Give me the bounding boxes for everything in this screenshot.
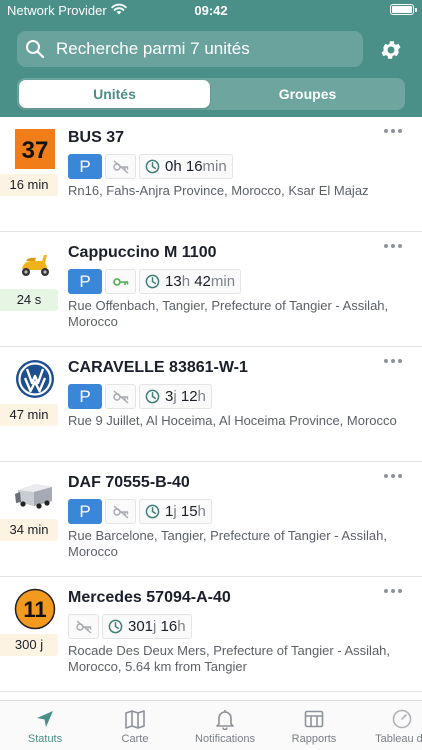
unit-address: Rue Offenbach, Tangier, Prefecture of Ta… xyxy=(68,298,389,329)
clock-time: 09:42 xyxy=(194,3,228,18)
road-sign-11-icon: 11 xyxy=(14,588,56,630)
status-chips: P 3j 12 h xyxy=(68,384,212,409)
duration-chip: 1j 15 h xyxy=(139,499,212,524)
status-chips: 301 j 16 h xyxy=(68,614,192,639)
road-sign-37-icon: 37 xyxy=(15,129,55,169)
unit-row[interactable]: 34 min DAF 70555-B-40 P 1j 15 h Rue Barc… xyxy=(0,462,422,576)
ignition-on-chip xyxy=(105,269,136,294)
parking-badge: P xyxy=(68,154,102,179)
ignition-off-chip xyxy=(105,384,136,409)
ignition-off-chip xyxy=(68,614,99,639)
divider xyxy=(0,691,422,692)
segment-units[interactable]: Unités xyxy=(19,80,210,108)
unit-name: BUS 37 xyxy=(68,129,125,146)
search-field[interactable]: Recherche parmi 7 unités xyxy=(17,31,363,67)
parking-badge: P xyxy=(68,499,102,524)
ignition-off-chip xyxy=(105,154,136,179)
parking-badge: P xyxy=(68,269,102,294)
ignition-off-chip xyxy=(105,499,136,524)
map-icon xyxy=(125,710,145,729)
tab-label: Carte xyxy=(121,733,149,745)
ignition-off-icon xyxy=(112,389,128,404)
unit-name: Cappuccino M 1100 xyxy=(68,244,217,261)
unit-name: DAF 70555-B-40 xyxy=(68,474,190,491)
tab-label: Tableau de xyxy=(375,733,422,745)
ignition-off-icon xyxy=(112,159,128,174)
last-update-badge: 300 j xyxy=(0,634,58,656)
tab-label: Statuts xyxy=(27,733,63,745)
clock-icon xyxy=(145,274,160,289)
segmented-control: Unités Groupes xyxy=(17,78,405,110)
clock-icon xyxy=(108,619,123,634)
tab-rapports[interactable]: Rapports xyxy=(270,701,358,750)
svg-text:37: 37 xyxy=(22,137,49,164)
ignition-off-icon xyxy=(75,619,91,634)
unit-row[interactable]: 37 16 min BUS 37 P 0h 16 min Rn16, Fahs-… xyxy=(0,117,422,231)
status-chips: P 0h 16 min xyxy=(68,154,233,179)
last-update-badge: 34 min xyxy=(0,519,58,541)
duration-chip: 3j 12 h xyxy=(139,384,212,409)
tab-carte[interactable]: Carte xyxy=(90,701,180,750)
status-bar: Network Provider 09:42 xyxy=(0,0,422,22)
tab-notifications[interactable]: Notifications xyxy=(180,701,270,750)
tab-label: Notifications xyxy=(195,733,255,745)
unit-name: CARAVELLE 83861-W-1 xyxy=(68,359,248,376)
duration-chip: 13 h 42 min xyxy=(139,269,242,294)
navigation-arrow-icon xyxy=(37,711,53,727)
clock-icon xyxy=(145,389,160,404)
duration-chip: 301 j 16 h xyxy=(102,614,192,639)
unit-address: Rocade Des Deux Mers, Prefecture of Tang… xyxy=(68,643,391,674)
last-update-badge: 47 min xyxy=(0,404,58,426)
bell-icon xyxy=(216,710,234,730)
unit-row[interactable]: 24 s Cappuccino M 1100 P 13 h 42 min Rue O… xyxy=(0,232,422,346)
search-placeholder: Recherche parmi 7 unités xyxy=(56,39,250,58)
parking-badge: P xyxy=(68,384,102,409)
clock-icon xyxy=(145,504,160,519)
unit-address: Rue Barcelone, Tangier, Prefecture of Ta… xyxy=(68,528,387,559)
more-options-icon[interactable] xyxy=(382,238,404,254)
last-update-badge: 16 min xyxy=(0,174,58,196)
table-icon xyxy=(304,710,324,728)
search-icon xyxy=(26,40,45,59)
tab-statuts[interactable]: Statuts xyxy=(0,701,90,750)
unit-name: Mercedes 57094-A-40 xyxy=(68,589,231,606)
unit-row[interactable]: 11 300 j Mercedes 57094-A-40 301j 16h xyxy=(0,577,422,691)
unit-list: 37 16 min BUS 37 P 0h 16 min Rn16, Fahs-… xyxy=(0,117,422,700)
status-chips: P 13 h 42 min xyxy=(68,269,242,294)
more-options-icon[interactable] xyxy=(382,468,404,484)
ignition-off-icon xyxy=(112,504,128,519)
volkswagen-logo-icon xyxy=(16,360,54,398)
more-options-icon[interactable] xyxy=(382,583,404,599)
dashboard-icon xyxy=(392,709,412,729)
gear-icon[interactable] xyxy=(379,38,403,62)
status-chips: P 1j 15 h xyxy=(68,499,212,524)
segment-groups[interactable]: Groupes xyxy=(212,80,403,108)
last-update-badge: 24 s xyxy=(0,289,58,311)
scooter-icon xyxy=(22,255,49,276)
tab-dashboard[interactable]: Tableau de xyxy=(358,701,422,750)
unit-address: Rue 9 Juillet, Al Hoceima, Al Hoceima Pr… xyxy=(68,413,397,428)
duration-chip: 0h 16 min xyxy=(139,154,233,179)
app-header: Network Provider 09:42 Recherche parmi 7… xyxy=(0,0,422,117)
more-options-icon[interactable] xyxy=(382,353,404,369)
tab-bar: Statuts Carte Notifications Rapports Tab… xyxy=(0,700,422,750)
truck-icon xyxy=(15,484,52,509)
unit-address: Rn16, Fahs-Anjra Province, Morocco, Ksar… xyxy=(68,183,369,198)
tab-label: Rapports xyxy=(291,733,337,745)
more-options-icon[interactable] xyxy=(382,123,404,139)
key-icon xyxy=(112,277,128,286)
battery-icon xyxy=(390,4,417,15)
unit-row[interactable]: 47 min CARAVELLE 83861-W-1 P 3j 12 h Rue… xyxy=(0,347,422,461)
clock-icon xyxy=(145,159,160,174)
svg-text:11: 11 xyxy=(23,597,46,622)
